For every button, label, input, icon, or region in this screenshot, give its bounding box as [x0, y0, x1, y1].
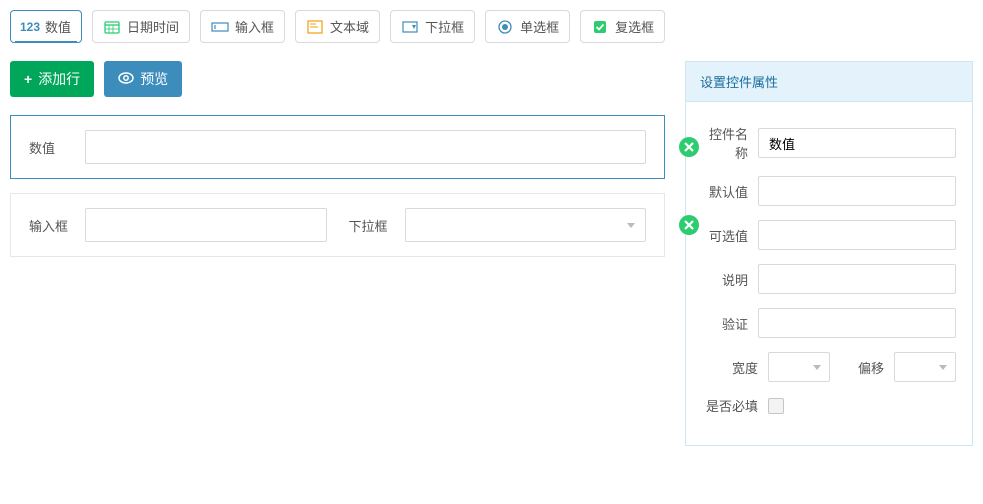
prop-label-default: 默认值: [702, 182, 748, 201]
checkbox-icon: [591, 20, 609, 34]
widget-type-label: 输入框: [235, 17, 274, 36]
widget-type-select[interactable]: 下拉框: [390, 10, 475, 43]
chevron-down-icon: [939, 365, 947, 370]
form-field: 数值: [29, 130, 646, 164]
widget-type-label: 下拉框: [425, 17, 464, 36]
delete-row-button[interactable]: [678, 136, 700, 158]
form-field: 下拉框: [349, 208, 647, 242]
calendar-icon: [103, 20, 121, 34]
properties-panel: 设置控件属性 控件名称 默认值 可选值 说明: [685, 61, 973, 446]
field-select[interactable]: [405, 208, 647, 242]
prop-select-width[interactable]: [768, 352, 830, 382]
prop-input-default[interactable]: [758, 176, 956, 206]
widget-type-label: 日期时间: [127, 17, 179, 36]
prop-label-validate: 验证: [702, 314, 748, 333]
form-row[interactable]: 数值: [10, 115, 665, 179]
widget-type-toolbar: 123 数值 日期时间 输入框 文本域 下拉框 单选框 复选框: [10, 10, 973, 43]
eye-icon: [118, 71, 134, 87]
prop-label-options: 可选值: [702, 226, 748, 245]
preview-label: 预览: [140, 69, 168, 89]
widget-type-label: 复选框: [615, 17, 654, 36]
textarea-icon: [306, 20, 324, 34]
widget-type-checkbox[interactable]: 复选框: [580, 10, 665, 43]
prop-select-offset[interactable]: [894, 352, 956, 382]
prop-checkbox-required[interactable]: [768, 398, 784, 414]
prop-label-width: 宽度: [702, 358, 758, 377]
chevron-down-icon: [813, 365, 821, 370]
preview-button[interactable]: 预览: [104, 61, 182, 97]
prop-label-desc: 说明: [702, 270, 748, 289]
prop-label-name: 控件名称: [702, 124, 748, 162]
widget-type-radio[interactable]: 单选框: [485, 10, 570, 43]
prop-input-name[interactable]: [758, 128, 956, 158]
prop-input-desc[interactable]: [758, 264, 956, 294]
plus-icon: +: [24, 71, 32, 87]
widget-type-label: 单选框: [520, 17, 559, 36]
field-label: 数值: [29, 138, 73, 157]
delete-row-button[interactable]: [678, 214, 700, 236]
form-field: 输入框: [29, 208, 327, 242]
form-builder-canvas: + 添加行 预览 数值 输入框: [10, 61, 665, 446]
add-row-button[interactable]: + 添加行: [10, 61, 94, 97]
prop-input-options[interactable]: [758, 220, 956, 250]
field-label: 下拉框: [349, 216, 393, 235]
chevron-down-icon: [627, 223, 635, 228]
prop-label-offset: 偏移: [858, 358, 884, 377]
form-row[interactable]: 输入框 下拉框: [10, 193, 665, 257]
number-icon: 123: [21, 20, 39, 34]
add-row-label: 添加行: [38, 69, 80, 89]
widget-type-textarea[interactable]: 文本域: [295, 10, 380, 43]
action-bar: + 添加行 预览: [10, 61, 665, 97]
prop-label-required: 是否必填: [702, 396, 758, 415]
field-input-text[interactable]: [85, 208, 327, 242]
widget-type-input[interactable]: 输入框: [200, 10, 285, 43]
input-icon: [211, 20, 229, 34]
properties-panel-title: 设置控件属性: [686, 62, 972, 102]
widget-type-label: 数值: [45, 17, 71, 36]
radio-icon: [496, 20, 514, 34]
field-input-number[interactable]: [85, 130, 646, 164]
widget-type-label: 文本域: [330, 17, 369, 36]
widget-type-number[interactable]: 123 数值: [10, 10, 82, 43]
select-icon: [401, 20, 419, 34]
prop-input-validate[interactable]: [758, 308, 956, 338]
widget-type-datetime[interactable]: 日期时间: [92, 10, 190, 43]
field-label: 输入框: [29, 216, 73, 235]
